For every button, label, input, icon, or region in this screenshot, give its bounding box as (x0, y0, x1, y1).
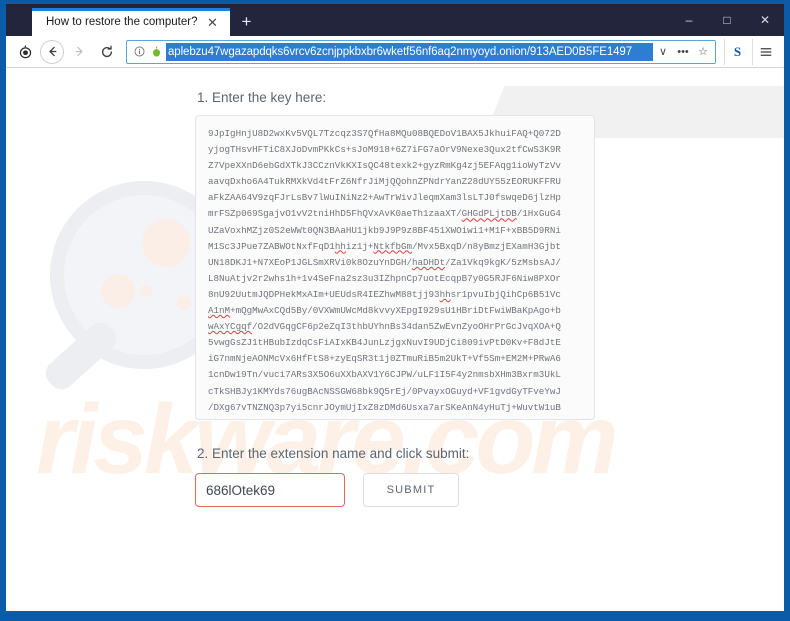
browser-window: How to restore the computer? ✕ + – □ ✕ a… (0, 0, 790, 621)
new-tab-button[interactable]: + (232, 8, 262, 36)
page-content: riskware.com 1. Enter the key here: 9JpI… (6, 68, 784, 611)
close-window-button[interactable]: ✕ (746, 4, 784, 36)
step-1-label: 1. Enter the key here: (197, 90, 327, 105)
back-button[interactable] (40, 39, 64, 64)
extension-name-input[interactable] (195, 473, 345, 507)
encryption-key-box[interactable]: 9JpIgHnjU8D2wxKv5VQL7Tzcqz3S7QfHa8MQu08B… (195, 115, 595, 420)
forward-button (66, 39, 92, 65)
bookmark-star-icon[interactable]: ☆ (693, 41, 713, 63)
url-bar[interactable]: aplebzu47wgazapdqks6vrcv6zcnjppkbxbr6wke… (126, 39, 716, 64)
titlebar: How to restore the computer? ✕ + – □ ✕ (6, 4, 784, 36)
minimize-button[interactable]: – (670, 4, 708, 36)
maximize-button[interactable]: □ (708, 4, 746, 36)
extension-form: SUBMIT (195, 473, 595, 507)
reload-button[interactable] (94, 39, 120, 65)
chevron-down-icon[interactable]: ∨ (653, 41, 673, 63)
noscript-button[interactable]: S (724, 38, 750, 65)
onion-site-icon (148, 44, 164, 60)
identity-info-icon[interactable] (131, 43, 148, 60)
browser-tab-active[interactable]: How to restore the computer? ✕ (32, 8, 230, 36)
tab-title: How to restore the computer? (46, 16, 198, 28)
window-controls: – □ ✕ (670, 4, 784, 36)
page-actions-icon[interactable]: ••• (673, 41, 693, 63)
step-2-label: 2. Enter the extension name and click su… (197, 446, 470, 461)
onion-icon[interactable] (12, 39, 38, 65)
encryption-key-text: 9JpIgHnjU8D2wxKv5VQL7Tzcqz3S7QfHa8MQu08B… (208, 128, 561, 419)
tab-close-icon[interactable]: ✕ (204, 13, 222, 31)
submit-button[interactable]: SUBMIT (363, 473, 459, 507)
navigation-toolbar: aplebzu47wgazapdqks6vrcv6zcnjppkbxbr6wke… (6, 36, 784, 68)
hamburger-menu-button[interactable] (752, 38, 778, 65)
url-text[interactable]: aplebzu47wgazapdqks6vrcv6zcnjppkbxbr6wke… (166, 42, 653, 61)
